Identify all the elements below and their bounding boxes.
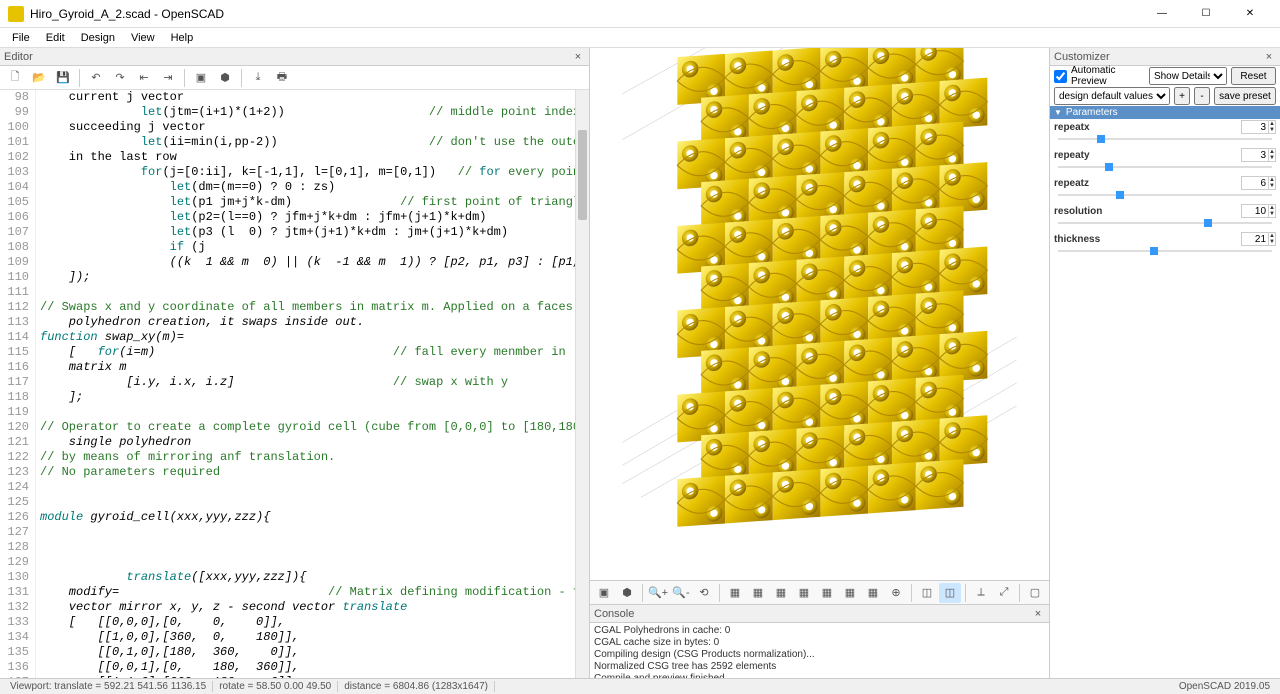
menu-edit[interactable]: Edit [38,30,73,46]
automatic-preview-checkbox[interactable] [1054,70,1067,83]
view-front-icon[interactable]: ▦ [816,583,838,603]
param-thickness-label: thickness [1054,234,1100,245]
console-close-icon[interactable]: × [1031,608,1045,620]
export-icon[interactable]: ⤓ [247,68,269,88]
view-diag-icon[interactable]: ▦ [862,583,884,603]
editor-scrollbar[interactable] [575,90,589,678]
param-repeatz-label: repeatz [1054,178,1089,189]
param-thickness-slider[interactable] [1058,247,1272,255]
menu-file[interactable]: File [4,30,38,46]
menu-design[interactable]: Design [73,30,123,46]
param-resolution-slider[interactable] [1058,219,1272,227]
ortho-icon[interactable]: ◫ [939,583,961,603]
view-bottom-icon[interactable]: ▦ [770,583,792,603]
view-back-icon[interactable]: ▦ [839,583,861,603]
axes-icon[interactable]: ⟂ [970,583,992,603]
unindent-icon[interactable]: ⇤ [133,68,155,88]
parameters-section[interactable]: Parameters [1050,106,1280,119]
reset-view-icon[interactable]: ⟲ [693,583,715,603]
perspective-icon[interactable]: ◫ [916,583,938,603]
view-center-icon[interactable]: ⊕ [885,583,907,603]
zoom-in-icon[interactable]: 🔍+ [647,583,669,603]
param-repeaty-slider[interactable] [1058,163,1272,171]
render-icon[interactable]: ⬢ [616,583,638,603]
param-thickness-spinner[interactable]: ▲▼ [1241,232,1276,246]
line-gutter: 9899100101102103104105106107108109110111… [0,90,36,678]
param-repeatx-label: repeatx [1054,122,1090,133]
view-left-icon[interactable]: ▦ [793,583,815,603]
code-editor[interactable]: 9899100101102103104105106107108109110111… [0,90,589,678]
console-output: CGAL Polyhedrons in cache: 0CGAL cache s… [590,623,1049,678]
customizer-header: Customizer × [1050,48,1280,66]
print-icon[interactable]: 🖶 [271,68,293,88]
param-repeatz-spinner[interactable]: ▲▼ [1241,176,1276,190]
show-edges-icon[interactable]: ▢ [1024,583,1046,603]
view-top-icon[interactable]: ▦ [747,583,769,603]
render-icon[interactable]: ⬢ [214,68,236,88]
indent-icon[interactable]: ⇥ [157,68,179,88]
3d-viewer[interactable] [590,48,1049,580]
zoom-out-icon[interactable]: 🔍- [670,583,692,603]
scale-marker-icon[interactable]: ⤢ [993,583,1015,603]
preview-icon[interactable]: ▣ [190,68,212,88]
param-resolution-label: resolution [1054,206,1102,217]
viewer-toolbar: ▣ ⬢ 🔍+ 🔍- ⟲ ▦ ▦ ▦ ▦ ▦ ▦ ▦ ⊕ ◫ ◫ ⟂ ⤢ ▢ [590,580,1049,604]
console-header: Console × [590,605,1049,623]
param-repeatx-spinner[interactable]: ▲▼ [1241,120,1276,134]
details-select[interactable]: Show Details [1149,67,1227,85]
window-title: Hiro_Gyroid_A_2.scad - OpenSCAD [30,7,1140,21]
redo-icon[interactable]: ↷ [109,68,131,88]
preset-remove-button[interactable]: - [1194,87,1210,105]
menu-view[interactable]: View [123,30,163,46]
automatic-preview-label: Automatic Preview [1071,65,1145,87]
customizer-close-icon[interactable]: × [1262,51,1276,63]
app-icon [8,6,24,22]
view-right-icon[interactable]: ▦ [724,583,746,603]
save-preset-button[interactable]: save preset [1214,87,1276,105]
param-repeatx-slider[interactable] [1058,135,1272,143]
editor-toolbar: 🗋 📂 💾 ↶ ↷ ⇤ ⇥ ▣ ⬢ ⤓ 🖶 [0,66,589,90]
editor-header: Editor × [0,48,589,66]
open-icon[interactable]: 📂 [28,68,50,88]
window-close[interactable]: ✕ [1228,1,1272,27]
statusbar: Viewport: translate = 592.21 541.56 1136… [0,678,1280,694]
preset-select[interactable]: design default values [1054,87,1170,105]
preview-icon[interactable]: ▣ [593,583,615,603]
param-resolution-spinner[interactable]: ▲▼ [1241,204,1276,218]
titlebar: Hiro_Gyroid_A_2.scad - OpenSCAD — ☐ ✕ [0,0,1280,28]
undo-icon[interactable]: ↶ [85,68,107,88]
window-minimize[interactable]: — [1140,1,1184,27]
reset-button[interactable]: Reset [1231,67,1276,85]
param-repeatz-slider[interactable] [1058,191,1272,199]
save-icon[interactable]: 💾 [52,68,74,88]
preset-add-button[interactable]: + [1174,87,1190,105]
param-repeaty-spinner[interactable]: ▲▼ [1241,148,1276,162]
window-maximize[interactable]: ☐ [1184,1,1228,27]
version-label: OpenSCAD 2019.05 [1173,681,1276,692]
menubar: File Edit Design View Help [0,28,1280,48]
new-icon[interactable]: 🗋 [4,68,26,88]
editor-close-icon[interactable]: × [571,51,585,63]
menu-help[interactable]: Help [163,30,202,46]
param-repeaty-label: repeaty [1054,150,1090,161]
